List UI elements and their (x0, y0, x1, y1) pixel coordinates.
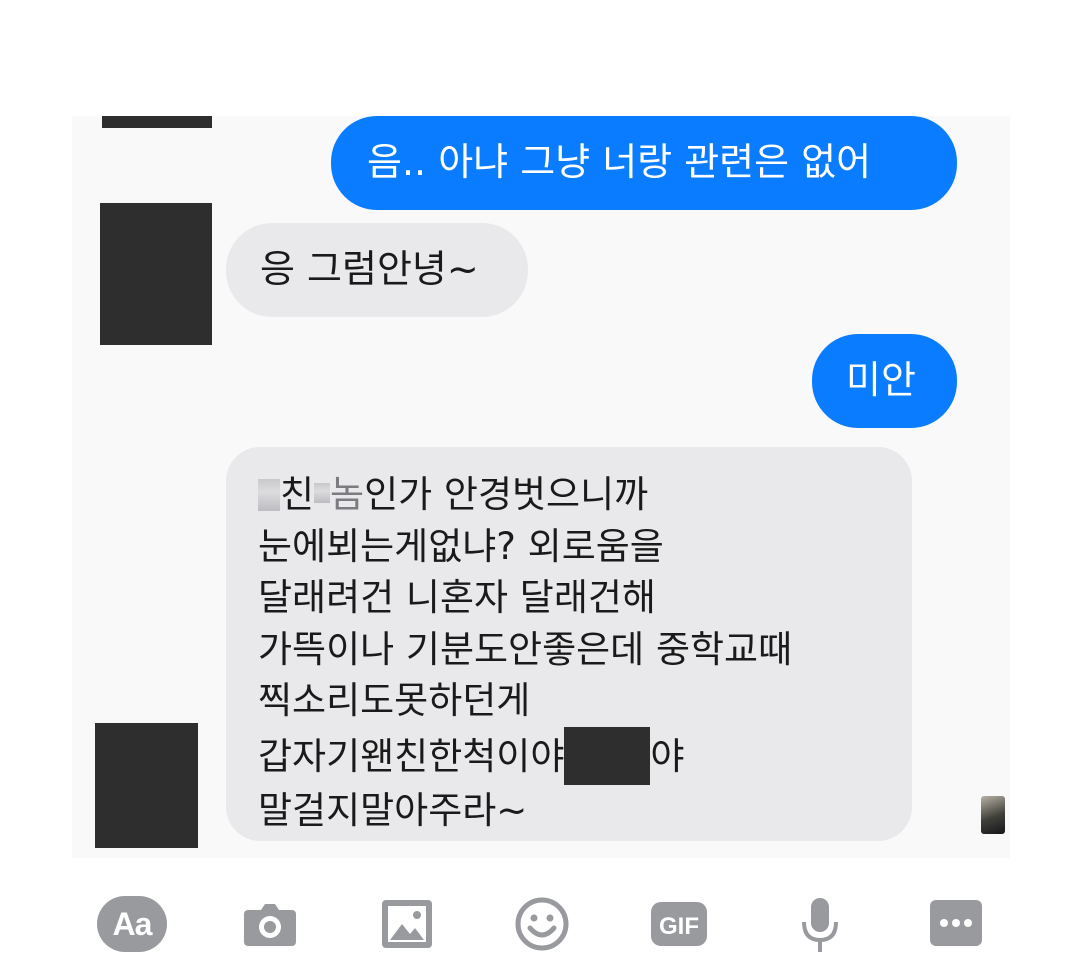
message-line: 말걸지말아주라~ (258, 788, 528, 832)
redacted-avatar (100, 203, 212, 345)
message-line: 찍소리도못하던게 (258, 679, 531, 722)
read-receipt-avatar (981, 796, 1005, 834)
redacted-name (564, 726, 651, 785)
message-text: 갑자기왠친한척이야 (258, 734, 565, 778)
blurred-text (258, 479, 280, 511)
message-text: 야 (650, 734, 685, 778)
redacted-avatar-bottom (95, 723, 198, 848)
composer-toolbar: Aa GIF (72, 860, 1010, 979)
more-icon[interactable] (928, 896, 984, 952)
message-line: 눈에뵈는게없냐? 외로움을 (258, 524, 664, 568)
message-text: 음.. 아냐 그냥 너랑 관련은 없어 (367, 140, 872, 184)
message-bubble-incoming[interactable]: 응 그럼안녕~ (226, 223, 528, 317)
message-text: 놈 (330, 473, 365, 516)
camera-icon[interactable] (242, 896, 298, 952)
message-bubble-outgoing[interactable]: 음.. 아냐 그냥 너랑 관련은 없어 (331, 116, 957, 210)
message-line: 달래려건 니혼자 달래건해 (258, 576, 656, 619)
message-line: 갑자기왠친한척이야 야 (258, 726, 912, 785)
message-text: 친 (280, 473, 315, 516)
blurred-text (314, 483, 331, 503)
text-format-icon[interactable]: Aa (97, 896, 167, 952)
redacted-avatar-top (102, 116, 212, 128)
message-bubble-outgoing[interactable]: 미안 (812, 334, 957, 428)
microphone-icon[interactable] (800, 896, 840, 952)
svg-text:GIF: GIF (659, 913, 699, 940)
message-line: 가뜩이나 기분도안좋은데 중학교때 (258, 627, 793, 671)
message-line: 친 놈인가 안경벗으니까 (258, 469, 912, 521)
image-icon[interactable] (380, 896, 434, 952)
gif-icon[interactable]: GIF (650, 896, 708, 952)
emoji-icon[interactable] (514, 896, 570, 952)
message-text: 인가 안경벗으니까 (364, 473, 649, 516)
message-text: 미안 (846, 358, 916, 402)
message-bubble-incoming-long[interactable]: 친 놈인가 안경벗으니까 눈에뵈는게없냐? 외로움을 달래려건 니혼자 달래건해 … (226, 447, 912, 841)
message-text: 응 그럼안녕~ (260, 247, 479, 291)
